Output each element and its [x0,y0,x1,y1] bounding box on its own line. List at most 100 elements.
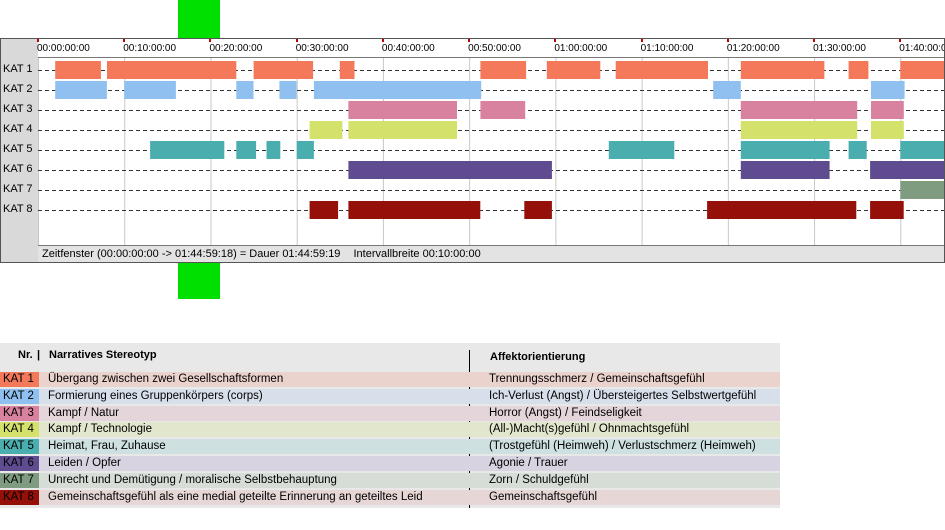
interval-bar-kat-5[interactable] [900,141,945,159]
interval-bar-kat-1[interactable] [546,61,601,79]
interval-bar-kat-2[interactable] [713,81,741,99]
legend-category-swatch: KAT 4 [0,422,39,438]
interval-bar-kat-8[interactable] [707,201,857,219]
tick-label: 01:00:00:00 [554,43,608,54]
tick-mark [726,39,729,42]
tick-label: 00:40:00:00 [381,43,435,54]
tick-label: 01:40:00:00 [899,43,944,54]
interval-bar-kat-2[interactable] [55,81,107,99]
legend-stereotyp-text: Leiden / Opfer [48,457,121,469]
interval-bar-kat-3[interactable] [348,101,457,119]
legend-row: KAT 1 Übergang zwischen zwei Gesellschaft… [0,372,780,387]
interval-bar-kat-3[interactable] [480,101,526,119]
tick-mark [554,39,557,42]
tick-label: 01:30:00:00 [813,43,866,54]
interval-bar-kat-2[interactable] [871,81,905,99]
time-ruler[interactable]: 00:00:00:00 00:10:00:00 00:20:00:00 00:30:0… [37,39,944,58]
interval-bar-kat-8[interactable] [309,201,339,219]
tick-mark [209,39,212,42]
legend-stereotyp-text: Gemeinschaftsgefühl als eine medial gete… [48,490,423,503]
interval-bar-kat-6[interactable] [740,161,830,179]
interval-bar-kat-5[interactable] [150,141,225,159]
tick-label: 00:50:00:00 [468,43,521,54]
status-window: Zeitfenster (00:00:00:00 -> 01:44:59:18)… [42,248,341,260]
interval-bar-kat-3[interactable] [740,101,858,119]
interval-bar-kat-5[interactable] [848,141,867,159]
interval-bar-kat-4[interactable] [309,121,343,139]
interval-bar-kat-1[interactable] [107,61,237,79]
tick-label: 01:20:00:00 [726,43,780,54]
legend-affekt-text: Horror (Angst) / Feindseligkeit [489,406,642,419]
interval-bar-kat-5[interactable] [296,141,314,159]
legend-row: KAT 3 Kampf / Natur Horror (Angst) / Feind… [0,405,780,421]
tick-mark [381,39,384,42]
row-label-kat-7: KAT 7 [3,183,33,195]
interval-bar-kat-1[interactable] [55,61,101,79]
interval-bar-kat-3[interactable] [871,101,904,119]
interval-bar-kat-6[interactable] [348,161,552,179]
legend-category-swatch: KAT 1 [0,372,39,387]
legend-category-swatch: KAT 8 [0,489,39,505]
row-label-kat-8: KAT 8 [3,203,33,215]
interval-bar-kat-5[interactable] [266,141,281,159]
interval-bar-kat-8[interactable] [870,201,904,219]
tick-mark [123,39,126,42]
category-row-labels: KAT 1 KAT 2 KAT 3 KAT 4 KAT 5 KAT 6 KAT 7 KAT 8 [1,58,38,245]
interval-bar-kat-5[interactable] [236,141,257,159]
legend-stereotyp-text: Kampf / Natur [48,406,119,419]
interval-bar-kat-4[interactable] [871,121,904,139]
row-label-kat-1: KAT 1 [3,63,33,75]
interval-bar-kat-5[interactable] [740,141,830,159]
interval-bar-kat-1[interactable] [253,61,314,79]
legend-header-nr: Nr. [18,349,33,361]
legend-row: KAT 8 Gemeinschaftsgefühl als eine medial… [0,489,780,505]
interval-bar-kat-1[interactable] [480,61,527,79]
tick-mark [295,39,298,42]
interval-bar-kat-1[interactable] [848,61,869,79]
timeline-panel: 00:00:00:00 00:10:00:00 00:20:00:00 00:30:0… [0,38,945,263]
legend-affekt-text: Gemeinschaftsgefühl [489,490,598,503]
interval-bar-kat-1[interactable] [900,61,945,79]
legend-row: KAT 7 Unrecht und Demütigung / moralische… [0,472,780,488]
row-label-kat-4: KAT 4 [3,123,33,135]
interval-bar-kat-2[interactable] [124,81,176,99]
interval-bar-kat-8[interactable] [348,201,481,219]
tick-mark [468,39,471,42]
tick-label: 00:00:00:00 [37,43,90,54]
tick-mark [640,39,643,42]
legend-row: KAT 4 Kampf / Technologie (All-)Macht(s)ge… [0,422,780,438]
interval-bar-kat-4[interactable] [348,121,457,139]
interval-bar-kat-5[interactable] [608,141,675,159]
legend-stereotyp-text: Kampf / Technologie [48,423,152,436]
legend-category-swatch: KAT 7 [0,472,39,488]
timeline-svg [38,58,945,245]
interval-bar-kat-1[interactable] [615,61,708,79]
legend-affekt-text: Ich-Verlust (Angst) / Übersteigertes Sel… [489,389,757,402]
legend-category-swatch: KAT 5 [0,439,39,455]
selection-marker-top[interactable] [178,0,220,38]
interval-bar-kat-7[interactable] [900,181,945,199]
legend-table: Nr. | Narratives Stereotyp Affektorienti… [0,343,780,508]
tick-mark [899,39,902,42]
interval-bar-kat-8[interactable] [524,201,552,219]
interval-bar-kat-2[interactable] [236,81,254,99]
interval-bar-kat-2[interactable] [279,81,297,99]
legend-header-affekt: Affektorientierung [490,351,586,363]
legend-stereotyp-text: Heimat, Frau, Zuhause [48,440,166,453]
row-label-kat-5: KAT 5 [3,143,33,155]
legend-category-swatch: KAT 2 [0,388,39,404]
interval-bar-kat-6[interactable] [870,161,945,179]
timeline-plot[interactable] [38,58,945,245]
interval-bar-kat-2[interactable] [313,81,482,99]
tick-label: 00:10:00:00 [123,43,177,54]
legend-row: KAT 6 Leiden / Opfer Agonie / Trauer [0,456,780,471]
selection-marker-bottom[interactable] [178,263,220,299]
interval-bar-kat-4[interactable] [740,121,858,139]
row-label-kat-3: KAT 3 [3,103,33,115]
interval-bar-kat-1[interactable] [740,61,825,79]
interval-bar-kat-1[interactable] [339,61,355,79]
legend-header-bar: | [37,349,41,361]
legend-stereotyp-text: Formierung eines Gruppenkörpers (corps) [48,389,263,402]
status-interval: Intervallbreite 00:10:00:00 [353,248,481,260]
legend-stereotyp-text: Übergang zwischen zwei Gesellschaftsform… [48,373,284,385]
